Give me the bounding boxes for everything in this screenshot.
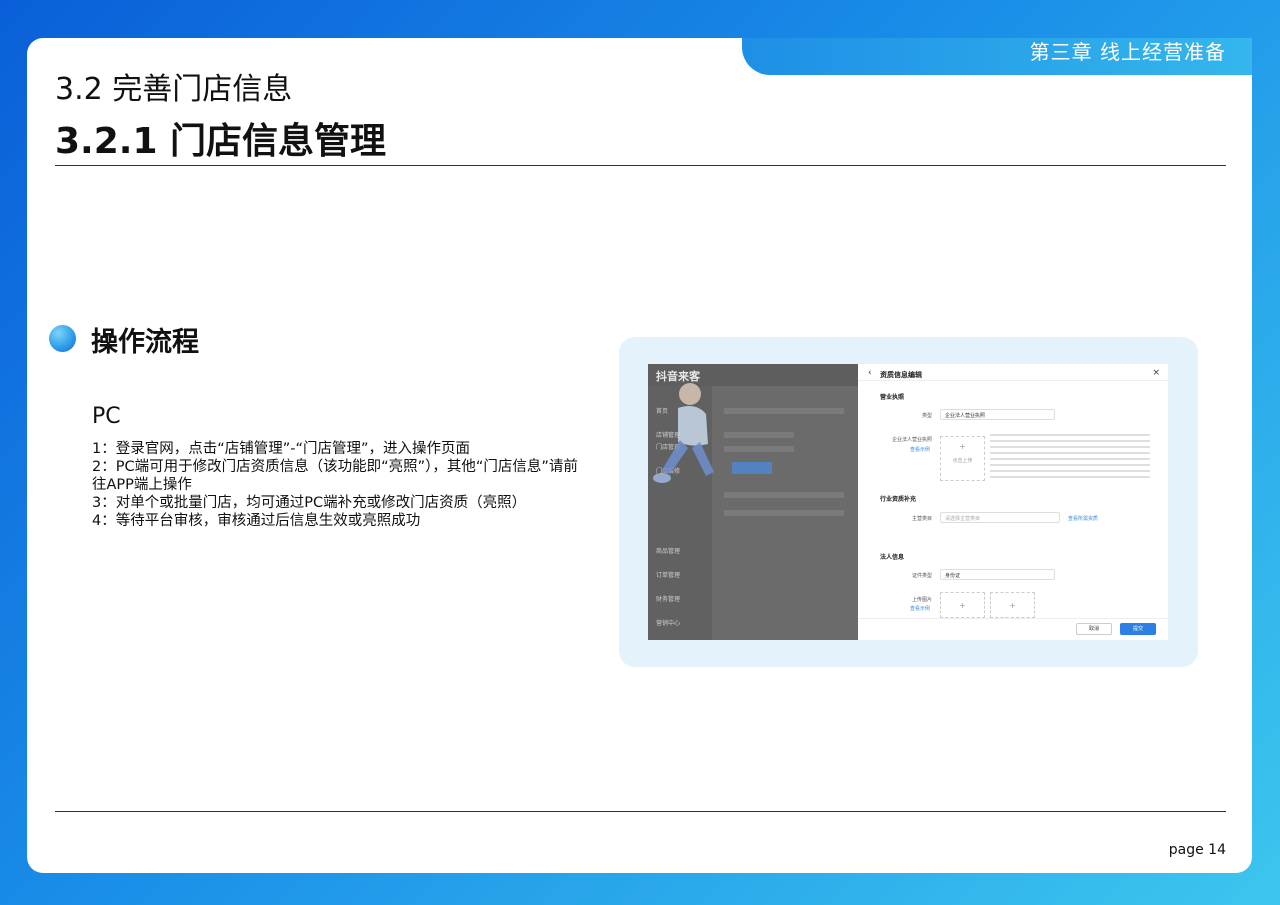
backdrop-row — [724, 432, 794, 438]
example-link[interactable]: 查看示例 — [910, 605, 930, 612]
drawer-title: 资质信息编辑 — [880, 371, 922, 379]
upload-label: 点击上传 — [952, 458, 973, 464]
platform-label: PC — [92, 404, 121, 429]
drawer-divider — [858, 380, 1168, 381]
plus-icon: + — [959, 442, 966, 451]
close-icon[interactable]: × — [1152, 368, 1160, 378]
drawer-footer-divider — [858, 618, 1168, 619]
sidebar-item: 商品管理 — [656, 548, 681, 555]
admin-screenshot: 抖音来客 首页 店铺管理 门店管理 门店装修 商品管理 订单管理 财务管理 营销… — [648, 364, 1168, 640]
section-license: 营业执照 — [880, 394, 905, 401]
screenshot-figure: 抖音来客 首页 店铺管理 门店管理 门店装修 商品管理 订单管理 财务管理 营销… — [619, 337, 1198, 667]
backdrop-row — [724, 446, 794, 452]
label-main-type: 主营类目 — [911, 516, 932, 522]
license-upload[interactable]: + 点击上传 — [940, 436, 985, 481]
upload-notes — [990, 434, 1150, 482]
id-back-upload[interactable]: + — [990, 592, 1035, 618]
edit-drawer: ‹ 资质信息编辑 × 营业执照 类型 企业法人营业执照 企业法人营业执照 查看示… — [858, 364, 1168, 640]
sidebar-item: 营销中心 — [656, 620, 681, 627]
section-legal: 法人信息 — [880, 554, 905, 561]
section-industry: 行业资质补充 — [880, 496, 917, 503]
dimmed-backdrop: 抖音来客 首页 店铺管理 门店管理 门店装修 商品管理 订单管理 财务管理 营销… — [648, 364, 858, 640]
label-upload-img: 上传图片 — [911, 597, 932, 603]
top-divider — [55, 165, 1226, 166]
submit-button[interactable]: 提交 — [1120, 623, 1156, 635]
cancel-button[interactable]: 取消 — [1076, 623, 1112, 635]
step-item: 3：对单个或批量门店，均可通过PC端补充或修改门店资质（亮照） — [92, 495, 527, 511]
main-type-select[interactable]: 请选择主营类目 — [940, 512, 1060, 523]
backdrop-row — [724, 492, 844, 498]
page-title: 3.2.1 门店信息管理 — [55, 121, 387, 162]
chapter-label: 第三章 线上经营准备 — [1029, 40, 1226, 64]
industry-link[interactable]: 查看所需资质 — [1068, 515, 1098, 522]
sidebar-item: 财务管理 — [656, 596, 681, 603]
type-select[interactable]: 企业法人营业执照 — [940, 409, 1055, 420]
id-front-upload[interactable]: + — [940, 592, 985, 618]
page-number: page 14 — [1168, 842, 1226, 858]
step-item: 2：PC端可用于修改门店资质信息（该功能即“亮照”），其他“门店信息”请前往AP… — [92, 459, 578, 493]
sidebar-item: 订单管理 — [656, 572, 681, 579]
label-id-type: 证件类型 — [911, 573, 932, 579]
step-item: 4：等待平台审核，审核通过后信息生效或亮照成功 — [92, 513, 421, 529]
backdrop-button — [732, 462, 772, 474]
backdrop-row — [724, 408, 844, 414]
example-link[interactable]: 查看示例 — [910, 446, 930, 453]
label-type: 类型 — [921, 413, 932, 419]
label-license: 企业法人营业执照 — [891, 437, 932, 443]
steps-list: 1：登录官网，点击“店铺管理”-“门店管理”，进入操作页面 2：PC端可用于修改… — [92, 440, 582, 530]
flow-heading: 操作流程 — [91, 327, 199, 358]
section-title: 3.2 完善门店信息 — [55, 72, 293, 107]
mascot-runner-icon — [653, 383, 714, 483]
chevron-left-icon[interactable]: ‹ — [868, 368, 872, 378]
backdrop-row — [724, 510, 844, 516]
bullet-circle-icon — [49, 325, 76, 352]
step-item: 1：登录官网，点击“店铺管理”-“门店管理”，进入操作页面 — [92, 441, 471, 457]
bottom-divider — [55, 811, 1226, 812]
id-type-select[interactable]: 身份证 — [940, 569, 1055, 580]
